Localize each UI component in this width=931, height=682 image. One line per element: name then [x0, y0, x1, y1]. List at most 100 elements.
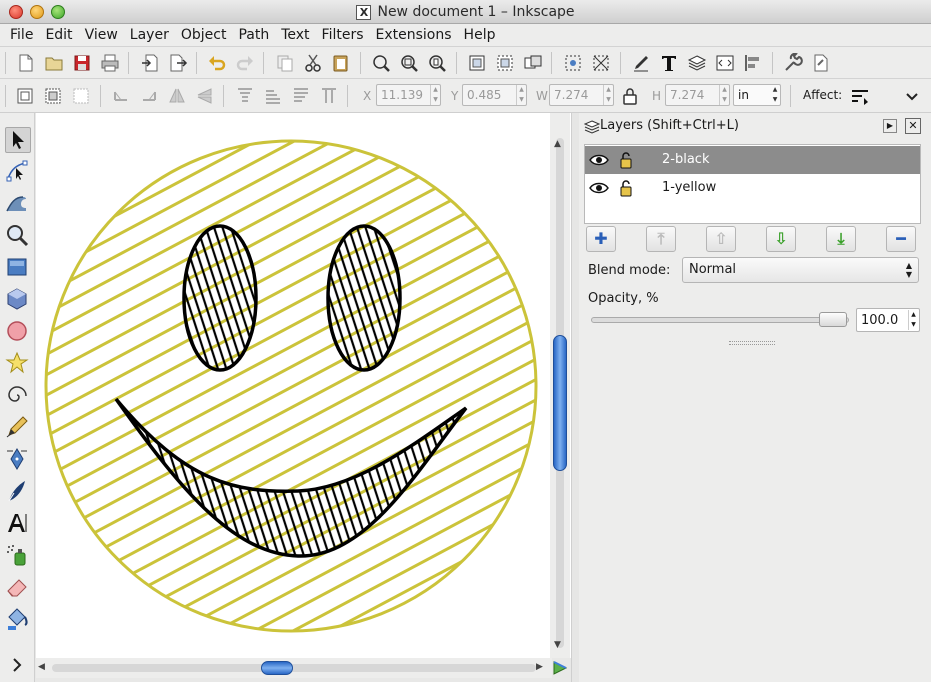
star-tool[interactable]	[5, 351, 31, 377]
minimize-window-button[interactable]	[30, 5, 44, 19]
drawing-canvas[interactable]: 1:1	[36, 113, 571, 658]
lower-to-bottom-icon[interactable]	[319, 86, 339, 106]
close-window-button[interactable]	[9, 5, 23, 19]
horizontal-scroll-thumb[interactable]	[261, 661, 293, 675]
align-distribute-icon[interactable]	[743, 53, 763, 73]
tweak-tool[interactable]	[5, 191, 31, 217]
h-field[interactable]: 7.274 ▲ ▼	[665, 84, 730, 106]
menu-text[interactable]: Text	[275, 27, 315, 43]
raise-layer-to-top-button[interactable]: ⤒	[646, 226, 676, 252]
node-tool[interactable]	[5, 159, 31, 185]
toolbar-overflow-chevron-icon[interactable]	[902, 86, 922, 106]
select-all-icon[interactable]	[15, 86, 35, 106]
redo-icon[interactable]	[235, 53, 255, 73]
unit-select[interactable]: in ▲ ▼	[733, 84, 781, 106]
scroll-up-arrow[interactable]: ▲	[554, 139, 561, 149]
lower-layer-to-bottom-button[interactable]: ⤓	[826, 226, 856, 252]
3d-box-tool[interactable]	[5, 287, 31, 313]
menu-view[interactable]: View	[79, 27, 124, 43]
text-tool[interactable]	[5, 511, 31, 537]
menu-edit[interactable]: Edit	[39, 27, 78, 43]
group-icon[interactable]	[467, 53, 487, 73]
menu-extensions[interactable]: Extensions	[370, 27, 458, 43]
scroll-right-arrow[interactable]: ▶	[536, 662, 543, 672]
dialog-close-button[interactable]: ✕	[905, 118, 921, 134]
snap-toggle-icon[interactable]	[563, 53, 583, 73]
opacity-field[interactable]: 100.0 ▲ ▼	[856, 308, 920, 332]
x-spinner-arrows[interactable]: ▲ ▼	[430, 85, 440, 105]
dock-handle[interactable]	[571, 113, 579, 682]
raise-icon[interactable]	[263, 86, 283, 106]
undo-icon[interactable]	[207, 53, 227, 73]
zoom-tool[interactable]	[5, 223, 31, 249]
blend-mode-select[interactable]: Normal ▲ ▼	[682, 257, 919, 283]
affect-stroke-scale-icon[interactable]	[850, 86, 870, 106]
horizontal-scrollbar[interactable]: ◀ ▶	[36, 658, 552, 678]
w-field[interactable]: 7.274 ▲ ▼	[549, 84, 614, 106]
color-management-icon[interactable]	[552, 660, 568, 676]
layers-icon[interactable]	[687, 53, 707, 73]
raise-to-top-icon[interactable]	[235, 86, 255, 106]
flip-horizontal-icon[interactable]	[167, 86, 187, 106]
duplicate-icon[interactable]	[275, 53, 295, 73]
lock-ratio-icon[interactable]	[620, 86, 640, 106]
visibility-eye-icon[interactable]	[589, 152, 609, 168]
raise-layer-button[interactable]: ⇧	[706, 226, 736, 252]
text-font-icon[interactable]	[659, 53, 679, 73]
zoom-drawing-icon[interactable]	[399, 53, 419, 73]
preferences-icon[interactable]	[783, 53, 803, 73]
zoom-selection-icon[interactable]	[371, 53, 391, 73]
open-icon[interactable]	[44, 53, 64, 73]
calligraphy-tool[interactable]	[5, 479, 31, 505]
select-all-layers-icon[interactable]	[43, 86, 63, 106]
w-spinner-arrows[interactable]: ▲ ▼	[603, 85, 613, 105]
vertical-scrollbar[interactable]: ▼ ▲	[550, 113, 570, 658]
clone-icon[interactable]	[523, 53, 543, 73]
pencil-tool[interactable]	[5, 415, 31, 441]
ungroup-icon[interactable]	[495, 53, 515, 73]
paint-bucket-tool[interactable]	[5, 607, 31, 633]
selector-tool[interactable]	[5, 127, 31, 153]
spiral-tool[interactable]	[5, 383, 31, 409]
opacity-slider[interactable]	[591, 317, 849, 323]
scroll-down-arrow[interactable]: ▼	[554, 640, 561, 650]
lower-icon[interactable]	[291, 86, 311, 106]
pen-tool[interactable]	[5, 447, 31, 473]
opacity-slider-thumb[interactable]	[819, 312, 847, 327]
h-spinner-arrows[interactable]: ▲ ▼	[719, 85, 729, 105]
eraser-tool[interactable]	[5, 575, 31, 601]
export-icon[interactable]	[168, 53, 188, 73]
spray-tool[interactable]	[5, 543, 31, 569]
menu-file[interactable]: File	[4, 27, 39, 43]
ellipse-tool[interactable]	[5, 319, 31, 345]
zoom-page-icon[interactable]	[427, 53, 447, 73]
lock-open-icon[interactable]	[619, 179, 633, 197]
cut-icon[interactable]	[303, 53, 323, 73]
rotate-ccw-icon[interactable]	[111, 86, 131, 106]
paste-icon[interactable]	[331, 53, 351, 73]
menu-object[interactable]: Object	[175, 27, 233, 43]
remove-layer-button[interactable]: ━	[886, 226, 916, 252]
toolbox-overflow[interactable]	[5, 653, 31, 679]
menu-help[interactable]: Help	[458, 27, 502, 43]
right-eye[interactable]	[326, 224, 402, 372]
print-icon[interactable]	[100, 53, 120, 73]
opacity-spinner-arrows[interactable]: ▲ ▼	[908, 310, 918, 330]
menu-path[interactable]: Path	[232, 27, 275, 43]
flip-vertical-icon[interactable]	[195, 86, 215, 106]
visibility-eye-icon[interactable]	[589, 180, 609, 196]
xml-editor-icon[interactable]	[715, 53, 735, 73]
horizontal-scroll-track[interactable]	[52, 664, 536, 672]
layer-row-2-black[interactable]: 2-black	[585, 146, 920, 174]
face-circle[interactable]	[44, 139, 538, 633]
dialog-iconify-button[interactable]: ▶	[883, 119, 897, 133]
vertical-scroll-thumb[interactable]	[553, 335, 567, 471]
y-spinner-arrows[interactable]: ▲ ▼	[516, 85, 526, 105]
x-field[interactable]: 11.139 ▲ ▼	[376, 84, 441, 106]
save-icon[interactable]	[72, 53, 92, 73]
y-field[interactable]: 0.485 ▲ ▼	[462, 84, 527, 106]
left-eye[interactable]	[182, 224, 258, 372]
import-icon[interactable]	[140, 53, 160, 73]
menu-layer[interactable]: Layer	[124, 27, 175, 43]
snap-nodes-icon[interactable]	[591, 53, 611, 73]
